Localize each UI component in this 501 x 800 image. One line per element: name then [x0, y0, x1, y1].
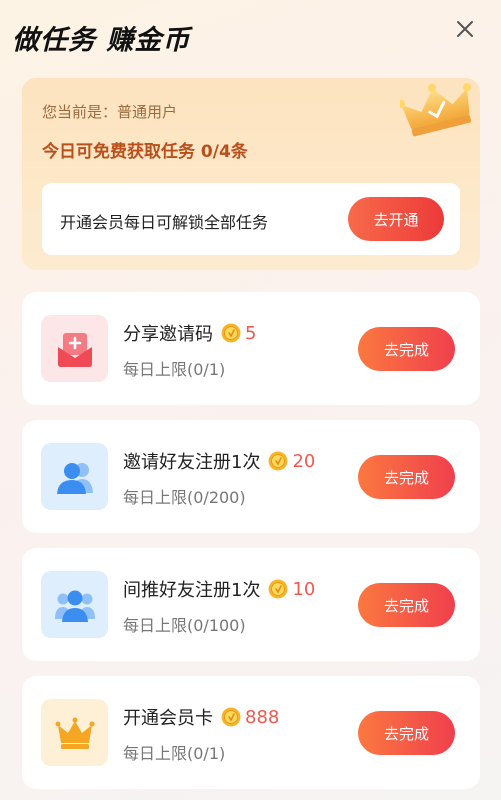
- task-item-share-code: 分享邀请码 5 每日上限(0/1) 去完成: [22, 292, 480, 405]
- task-reward: 20: [292, 450, 316, 472]
- task-icon-box: [41, 699, 108, 766]
- user-status-text: 您当前是：普通用户: [42, 103, 178, 121]
- page-title: 做任务 赚金币: [12, 25, 191, 56]
- task-name: 分享邀请码: [123, 324, 213, 345]
- task-reward: 888: [245, 706, 280, 728]
- task-complete-button[interactable]: 去完成: [358, 455, 455, 499]
- task-item-member-card: 开通会员卡 888 每日上限(0/1) 去完成: [22, 676, 480, 789]
- task-reward: 5: [245, 322, 257, 344]
- crown-decoration-icon: [400, 83, 472, 137]
- crown-icon: [55, 717, 94, 749]
- coin-icon: [221, 323, 241, 343]
- unlock-banner: 开通会员每日可解锁全部任务 去开通: [42, 183, 460, 255]
- task-item-indirect-friend: 间推好友注册1次 10 每日上限(0/100) 去完成: [22, 548, 480, 661]
- task-complete-button[interactable]: 去完成: [358, 327, 455, 371]
- invite-envelope-icon: [57, 332, 92, 367]
- unlock-text: 开通会员每日可解锁全部任务: [60, 213, 269, 232]
- task-daily-limit: 每日上限(0/1): [123, 360, 226, 379]
- task-reward: 10: [292, 578, 316, 600]
- task-daily-limit: 每日上限(0/1): [123, 744, 226, 763]
- coin-icon: [268, 579, 288, 599]
- task-complete-button[interactable]: 去完成: [358, 583, 455, 627]
- member-status-card: 您当前是：普通用户 今日可免费获取任务 0/4条 开通会员每日可解锁全部任务 去…: [22, 78, 480, 270]
- task-name: 间推好友注册1次: [123, 580, 261, 601]
- task-icon-box: [41, 571, 108, 638]
- task-item-invite-friend: 邀请好友注册1次 20 每日上限(0/200) 去完成: [22, 420, 480, 533]
- task-daily-limit: 每日上限(0/100): [123, 616, 246, 635]
- task-name: 开通会员卡: [123, 708, 213, 729]
- header: 做任务 赚金币: [0, 0, 501, 70]
- friend-user-icon: [56, 462, 93, 494]
- friends-group-icon: [54, 590, 95, 622]
- coin-icon: [221, 707, 241, 727]
- coin-icon: [268, 451, 288, 471]
- task-icon-box: [41, 315, 108, 382]
- task-complete-button[interactable]: 去完成: [358, 711, 455, 755]
- task-daily-limit: 每日上限(0/200): [123, 488, 246, 507]
- task-name: 邀请好友注册1次: [123, 452, 261, 473]
- close-button[interactable]: [452, 16, 478, 42]
- task-title-row: 间推好友注册1次 10: [123, 576, 315, 602]
- task-title-row: 开通会员卡 888: [123, 704, 279, 730]
- close-icon: [457, 21, 473, 37]
- open-membership-button[interactable]: 去开通: [348, 197, 444, 241]
- free-task-quota: 今日可免费获取任务 0/4条: [42, 142, 248, 162]
- task-icon-box: [41, 443, 108, 510]
- task-title-row: 邀请好友注册1次 20: [123, 448, 315, 474]
- task-title-row: 分享邀请码 5: [123, 320, 256, 346]
